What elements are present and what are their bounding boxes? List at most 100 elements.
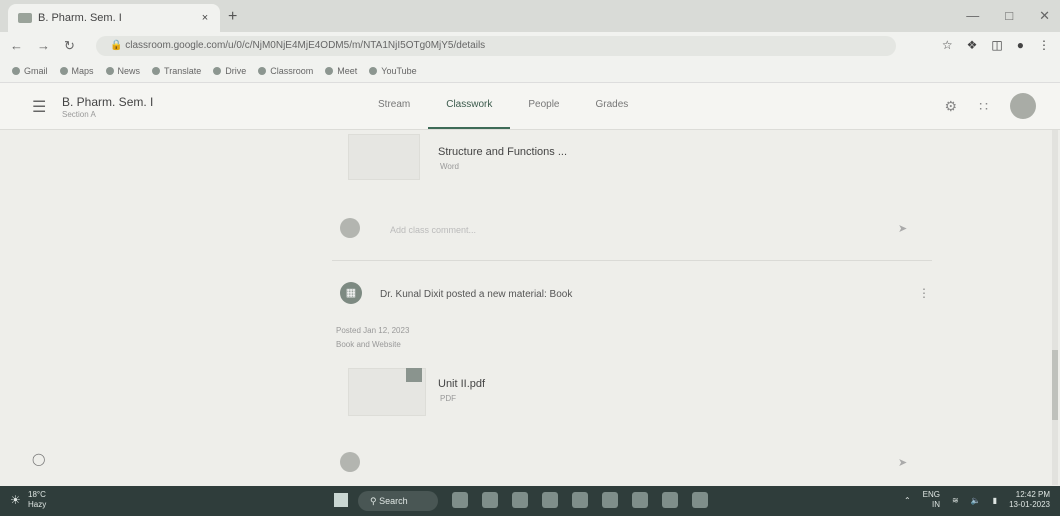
bookmark-icon — [152, 67, 161, 75]
reload-icon[interactable]: ↻ — [64, 38, 75, 54]
bookmark-item[interactable]: Gmail — [12, 66, 48, 76]
forward-icon[interactable]: → — [37, 38, 50, 54]
main-menu-icon[interactable]: ☰ — [32, 97, 46, 117]
post-divider — [332, 260, 932, 261]
language-indicator[interactable]: ENG IN — [923, 490, 940, 510]
close-tab-icon[interactable]: × — [198, 12, 212, 24]
bookmark-icon — [59, 67, 68, 75]
class-title[interactable]: B. Pharm. Sem. I — [62, 95, 153, 109]
address-bar-row: ← → ↻ 🔒 classroom.google.com/u/0/c/NjM0N… — [0, 32, 1060, 60]
close-window-icon[interactable]: ✕ — [1039, 8, 1050, 24]
weather-widget[interactable]: 18°C Hazy — [28, 490, 46, 510]
photos-icon[interactable] — [692, 492, 708, 508]
edge-browser-icon[interactable] — [542, 492, 558, 508]
attachment-type: PDF — [440, 394, 456, 403]
bookmark-icon — [258, 67, 267, 75]
material-thumbnail[interactable] — [348, 134, 420, 180]
material-type: Word — [440, 162, 459, 171]
weather-desc: Hazy — [28, 500, 47, 509]
post-options-icon[interactable]: ⋮ — [918, 286, 930, 300]
commenter-avatar — [340, 452, 360, 472]
chrome-icon[interactable] — [632, 492, 648, 508]
bookmark-icon — [213, 67, 222, 75]
scrollbar-track[interactable] — [1052, 130, 1058, 485]
post-description: Book and Website — [336, 340, 401, 349]
classroom-header: ☰ B. Pharm. Sem. I Section A Stream Clas… — [0, 83, 1060, 130]
taskbar-apps — [452, 492, 708, 508]
volume-icon[interactable]: 🔈 — [971, 496, 981, 505]
user-avatar[interactable] — [1010, 93, 1036, 119]
class-tabs: Stream Classwork People Grades — [360, 83, 646, 129]
class-section: Section A — [62, 110, 96, 119]
bookmarks-bar: Gmail Maps News Translate Drive Classroo… — [0, 60, 1060, 83]
scrollbar-thumb[interactable] — [1052, 350, 1058, 420]
back-icon[interactable]: ← — [10, 38, 23, 54]
bookmark-item[interactable]: Drive — [213, 66, 246, 76]
apps-grid-icon[interactable]: ∷ — [979, 98, 988, 115]
search-icon: ⚲ — [370, 496, 380, 506]
tab-classwork[interactable]: Classwork — [428, 83, 511, 129]
new-tab-button[interactable]: + — [228, 8, 237, 26]
class-comment-input[interactable]: Add class comment... — [390, 225, 476, 235]
send-icon[interactable]: ➤ — [898, 456, 907, 469]
weather-icon: ☀ — [10, 493, 21, 507]
extension-icons: ☆ ❖ ◫ ● ⋮ — [942, 38, 1050, 52]
send-icon[interactable]: ➤ — [898, 222, 907, 235]
pdf-file-icon — [406, 368, 422, 382]
material-post-icon: ▦ — [340, 282, 362, 304]
window-controls: — □ ✕ — [966, 8, 1050, 24]
windows-start-icon[interactable] — [334, 493, 348, 507]
task-view-icon[interactable] — [452, 492, 468, 508]
store-icon[interactable] — [572, 492, 588, 508]
browser-tab[interactable]: B. Pharm. Sem. I × — [8, 4, 220, 32]
navigation-buttons: ← → ↻ — [10, 38, 75, 54]
post-header-text[interactable]: Dr. Kunal Dixit posted a new material: B… — [380, 289, 572, 300]
profile-icon[interactable]: ● — [1017, 38, 1024, 52]
classroom-favicon-icon — [18, 13, 32, 23]
bookmark-icon — [369, 67, 378, 75]
tab-people[interactable]: People — [510, 83, 577, 129]
system-tray: ⌃ ENG IN ≋ 🔈 ▮ 12:42 PM 13-01-2023 — [904, 490, 1050, 510]
mail-icon[interactable] — [602, 492, 618, 508]
bookmark-item[interactable]: News — [105, 66, 140, 76]
url-text: classroom.google.com/u/0/c/NjM0NjE4MjE4O… — [125, 40, 486, 51]
header-icons: ⚙ ∷ — [945, 93, 1036, 119]
browser-menu-icon[interactable]: ⋮ — [1038, 38, 1050, 52]
attachment-title[interactable]: Unit II.pdf — [438, 378, 485, 390]
tray-chevron-icon[interactable]: ⌃ — [904, 496, 911, 505]
browser-tab-strip: B. Pharm. Sem. I × + — □ ✕ — [0, 0, 1060, 32]
material-title[interactable]: Structure and Functions ... — [438, 146, 567, 158]
windows-taskbar: ☀ 18°C Hazy ⚲ Search ⌃ ENG IN ≋ 🔈 ▮ 12:4… — [0, 486, 1060, 516]
minimize-icon[interactable]: — — [966, 8, 979, 24]
bookmark-item[interactable]: Translate — [152, 66, 201, 76]
maximize-icon[interactable]: □ — [1005, 8, 1013, 24]
lock-icon: 🔒 — [110, 40, 126, 51]
widgets-icon[interactable] — [482, 492, 498, 508]
tab-stream[interactable]: Stream — [360, 83, 428, 129]
tab-grades[interactable]: Grades — [578, 83, 647, 129]
classroom-settings-icon[interactable]: ◯ — [32, 452, 45, 466]
extensions-puzzle-icon[interactable]: ❖ — [967, 38, 978, 52]
battery-icon[interactable]: ▮ — [993, 496, 997, 505]
wifi-icon[interactable]: ≋ — [952, 496, 959, 505]
bookmark-star-icon[interactable]: ☆ — [942, 38, 953, 52]
taskbar-search[interactable]: ⚲ Search — [358, 491, 438, 511]
bookmark-item[interactable]: Classroom — [258, 66, 313, 76]
bookmark-icon — [105, 67, 114, 75]
commenter-avatar — [340, 218, 360, 238]
file-explorer-icon[interactable] — [512, 492, 528, 508]
bookmark-item[interactable]: YouTube — [369, 66, 417, 76]
post-date: Posted Jan 12, 2023 — [336, 326, 410, 335]
bookmark-icon — [325, 67, 334, 75]
classwork-stream: Structure and Functions ... Word Add cla… — [0, 130, 1060, 485]
bookmark-item[interactable]: Meet — [325, 66, 357, 76]
bookmark-item[interactable]: Maps — [59, 66, 94, 76]
settings-app-icon[interactable] — [662, 492, 678, 508]
settings-gear-icon[interactable]: ⚙ — [945, 98, 958, 115]
weather-temp: 18°C — [28, 490, 46, 499]
sidebar-icon[interactable]: ◫ — [991, 38, 1002, 52]
bookmark-icon — [12, 67, 20, 75]
address-bar[interactable]: 🔒 classroom.google.com/u/0/c/NjM0NjE4MjE… — [96, 36, 896, 56]
browser-tab-title: B. Pharm. Sem. I — [38, 12, 122, 24]
taskbar-clock[interactable]: 12:42 PM 13-01-2023 — [1009, 490, 1050, 510]
